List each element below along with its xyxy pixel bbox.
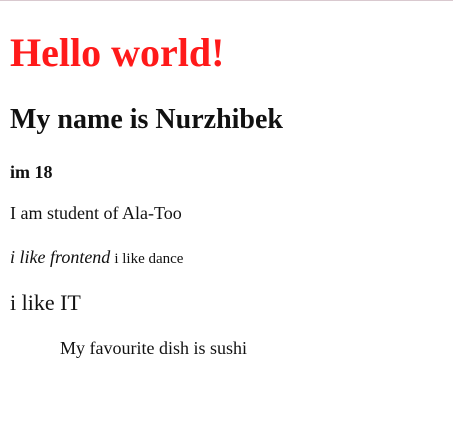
age-heading: im 18 — [10, 162, 53, 182]
dance-text: i like dance — [114, 251, 184, 267]
it-text: i like IT — [10, 290, 81, 315]
frontend-text: i like frontend — [10, 247, 111, 267]
interests-line: i like frontend i like dance — [10, 246, 183, 270]
student-text: I am student of Ala-Too — [10, 203, 182, 223]
name-heading: My name is Nurzhibek — [10, 104, 283, 135]
top-border-line — [0, 0, 453, 1]
favourite-dish-text: My favourite dish is sushi — [60, 338, 247, 358]
hello-heading: Hello world! — [10, 30, 225, 75]
